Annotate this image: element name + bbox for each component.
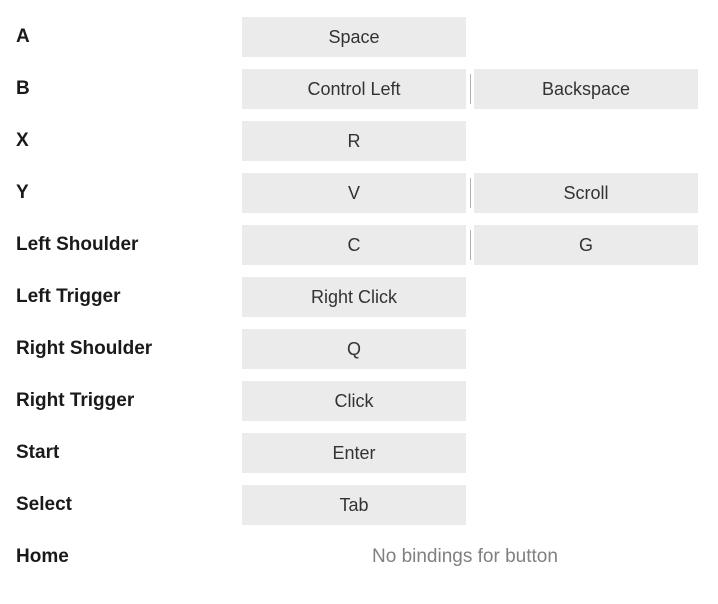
binding-button[interactable]: Space	[242, 17, 466, 57]
binding-button[interactable]: Backspace	[474, 69, 698, 109]
binding-label: B	[12, 78, 242, 100]
binding-row: YVScroll	[12, 172, 706, 214]
binding-button[interactable]: Scroll	[474, 173, 698, 213]
binding-row: SelectTab	[12, 484, 706, 526]
binding-label: Y	[12, 182, 242, 204]
binding-label: A	[12, 26, 242, 48]
no-binding-text: No bindings for button	[242, 546, 558, 568]
binding-separator	[466, 69, 474, 109]
binding-button[interactable]: V	[242, 173, 466, 213]
binding-separator	[466, 173, 474, 213]
binding-button[interactable]: R	[242, 121, 466, 161]
binding-label: Left Trigger	[12, 286, 242, 308]
binding-row: XR	[12, 120, 706, 162]
binding-label: Left Shoulder	[12, 234, 242, 256]
binding-button[interactable]: Q	[242, 329, 466, 369]
binding-row: Right ShoulderQ	[12, 328, 706, 370]
binding-label: Right Shoulder	[12, 338, 242, 360]
binding-button[interactable]: Control Left	[242, 69, 466, 109]
binding-button[interactable]: C	[242, 225, 466, 265]
binding-row: Left TriggerRight Click	[12, 276, 706, 318]
binding-label: Right Trigger	[12, 390, 242, 412]
binding-label: X	[12, 130, 242, 152]
binding-label: Select	[12, 494, 242, 516]
binding-label: Start	[12, 442, 242, 464]
binding-row: Left ShoulderCG	[12, 224, 706, 266]
binding-row: ASpace	[12, 16, 706, 58]
binding-row: BControl LeftBackspace	[12, 68, 706, 110]
binding-button[interactable]: G	[474, 225, 698, 265]
binding-button[interactable]: Enter	[242, 433, 466, 473]
binding-row: Right TriggerClick	[12, 380, 706, 422]
binding-row: StartEnter	[12, 432, 706, 474]
binding-label: Home	[12, 546, 242, 568]
binding-button[interactable]: Right Click	[242, 277, 466, 317]
binding-row: HomeNo bindings for button	[12, 536, 706, 578]
binding-button[interactable]: Click	[242, 381, 466, 421]
binding-button[interactable]: Tab	[242, 485, 466, 525]
binding-separator	[466, 225, 474, 265]
